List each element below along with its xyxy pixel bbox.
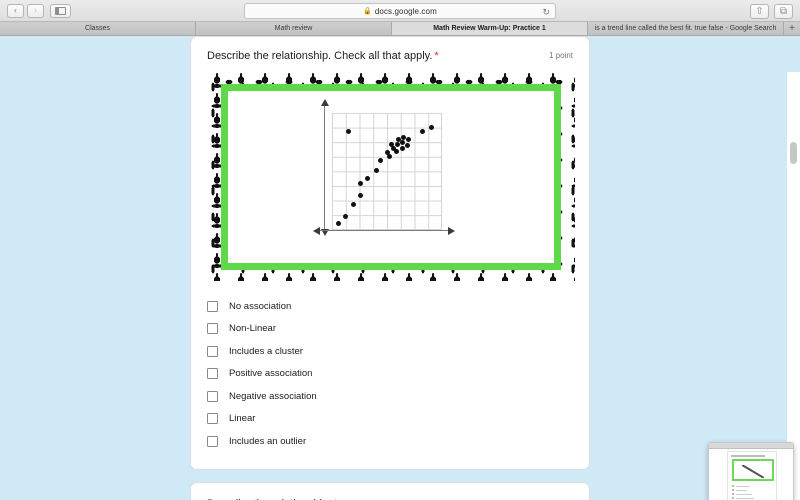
option-no-association[interactable]: No association (207, 295, 573, 318)
option-positive-association[interactable]: Positive association (207, 363, 573, 386)
question-1-header: Describe the relationship. Check all tha… (207, 49, 573, 63)
address-bar[interactable]: 🔒 docs.google.com ↻ (244, 3, 556, 19)
scatter-point (373, 167, 379, 173)
scatter-point (399, 145, 405, 151)
tab-math-review[interactable]: Math review (196, 22, 392, 35)
green-frame-border (221, 84, 561, 270)
tabs-overview-icon[interactable]: ⧉ (774, 4, 793, 19)
checkbox-icon[interactable] (207, 368, 218, 380)
browser-toolbar: ‹ › 🔒 docs.google.com ↻ ⇧ ⧉ (0, 0, 800, 22)
scatter-plot-image (207, 73, 575, 281)
checkbox-icon[interactable] (207, 345, 218, 357)
question-1-required-marker: * (434, 50, 439, 62)
option-includes-an-outlier[interactable]: Includes an outlier (207, 430, 573, 453)
option-negative-association[interactable]: Negative association (207, 385, 573, 408)
forward-button[interactable]: › (27, 3, 44, 18)
option-label: Positive association (229, 368, 313, 380)
checkbox-icon[interactable] (207, 435, 218, 447)
y-axis (324, 105, 325, 231)
question-2-points: 1 point (549, 497, 573, 500)
scatter-point (405, 136, 411, 142)
scatter-point (365, 175, 371, 181)
tab-bar: Classes Math review Math Review Warm-Up:… (0, 22, 800, 36)
x-axis (314, 230, 450, 231)
x-axis-right-arrow-icon (448, 227, 455, 235)
form-column: Describe the relationship. Check all tha… (190, 36, 590, 500)
tab-google-search[interactable]: is a trend line called the best fit. tru… (588, 22, 784, 35)
preview-option-line (736, 490, 747, 492)
scatter-point (346, 128, 351, 134)
reload-icon[interactable]: ↻ (542, 7, 550, 17)
tab-math-review-warm-up-practice-1[interactable]: Math Review Warm-Up: Practice 1 (392, 22, 588, 35)
scatter-point (335, 220, 341, 226)
preview-question-title-line (731, 455, 765, 457)
scatter-point (394, 141, 400, 147)
sidebar-toggle-button[interactable] (50, 3, 71, 18)
preview-scatter-image (732, 459, 774, 481)
preview-option-line (736, 486, 750, 488)
preview-card (727, 451, 777, 500)
option-linear[interactable]: Linear (207, 408, 573, 431)
question-1-text: Describe the relationship. Check all tha… (207, 50, 433, 62)
question-1-title: Describe the relationship. Check all tha… (207, 49, 439, 63)
option-label: Includes an outlier (229, 435, 307, 447)
scatter-plot-chart (313, 99, 455, 241)
back-button[interactable]: ‹ (7, 3, 24, 18)
preview-checkbox (732, 489, 734, 491)
navigation-buttons: ‹ › (7, 3, 44, 18)
question-2-header: Describe the relationship.* 1 point (207, 497, 573, 500)
checkbox-icon[interactable] (207, 413, 218, 425)
address-bar-url: docs.google.com (374, 6, 437, 16)
option-label: Negative association (229, 390, 317, 402)
sidebar-icon (55, 6, 66, 15)
option-label: Includes a cluster (229, 345, 303, 357)
question-card-2: Describe the relationship.* 1 point (190, 481, 590, 500)
option-non-linear[interactable]: Non-Linear (207, 318, 573, 341)
tab-classes[interactable]: Classes (0, 22, 196, 35)
preview-checkbox (732, 485, 734, 487)
option-includes-a-cluster[interactable]: Includes a cluster (207, 340, 573, 363)
lock-icon: 🔒 (363, 8, 372, 15)
scatter-point (357, 193, 363, 199)
share-icon[interactable]: ⇧ (750, 4, 769, 19)
preview-option-line (736, 498, 754, 500)
checkbox-icon[interactable] (207, 323, 218, 335)
question-2-title: Describe the relationship.* (207, 497, 337, 500)
new-tab-button[interactable]: + (784, 22, 800, 35)
checkbox-icon[interactable] (207, 390, 218, 402)
scrollbar-thumb[interactable] (790, 142, 797, 164)
page-scrollbar[interactable] (787, 72, 800, 500)
question-1-points: 1 point (548, 51, 573, 60)
checkbox-options-list: No association Non-Linear Includes a clu… (207, 295, 573, 453)
preview-option-line (736, 494, 752, 496)
checkbox-icon[interactable] (207, 300, 218, 312)
preview-checkbox (732, 497, 734, 499)
option-label: No association (229, 300, 292, 312)
preview-body (709, 449, 793, 500)
x-axis-left-arrow-icon (313, 227, 320, 235)
form-page: Describe the relationship. Check all tha… (0, 36, 800, 500)
y-axis-up-arrow-icon (321, 99, 329, 106)
option-label: Linear (229, 413, 256, 425)
option-label: Non-Linear (229, 323, 276, 335)
question-card-1: Describe the relationship. Check all tha… (190, 36, 590, 470)
scatter-point (394, 148, 400, 154)
scatter-point (405, 142, 411, 148)
preview-checkbox (732, 493, 734, 495)
page-preview-thumbnail[interactable] (708, 442, 794, 500)
scatter-point (342, 213, 348, 219)
toolbar-right-actions: ⇧ ⧉ (750, 4, 793, 19)
scatter-point (350, 201, 356, 207)
